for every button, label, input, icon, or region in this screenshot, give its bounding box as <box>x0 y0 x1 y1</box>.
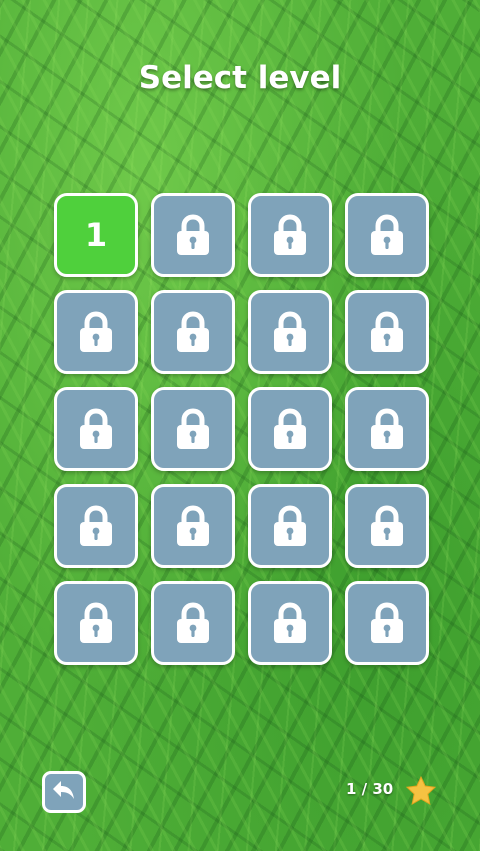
lock-icon <box>364 406 410 452</box>
lock-icon <box>170 212 216 258</box>
lock-icon <box>170 600 216 646</box>
level-grid: 1 <box>54 193 429 665</box>
level-tile-10[interactable] <box>151 387 235 471</box>
lock-icon <box>73 309 119 355</box>
level-tile-3[interactable] <box>248 193 332 277</box>
level-tile-18[interactable] <box>151 581 235 665</box>
lock-icon <box>364 212 410 258</box>
level-tile-5[interactable] <box>54 290 138 374</box>
level-tile-14[interactable] <box>151 484 235 568</box>
level-tile-16[interactable] <box>345 484 429 568</box>
level-tile-6[interactable] <box>151 290 235 374</box>
lock-icon <box>267 503 313 549</box>
page-title: Select level <box>138 60 342 96</box>
level-tile-4[interactable] <box>345 193 429 277</box>
lock-icon <box>267 600 313 646</box>
lock-icon <box>267 406 313 452</box>
lock-icon <box>170 503 216 549</box>
level-tile-12[interactable] <box>345 387 429 471</box>
lock-icon <box>364 600 410 646</box>
level-tile-2[interactable] <box>151 193 235 277</box>
level-tile-17[interactable] <box>54 581 138 665</box>
lock-icon <box>364 309 410 355</box>
lock-icon <box>267 309 313 355</box>
level-tile-11[interactable] <box>248 387 332 471</box>
level-tile-1[interactable]: 1 <box>54 193 138 277</box>
back-button[interactable] <box>42 771 86 813</box>
lock-icon <box>267 212 313 258</box>
lock-icon <box>73 503 119 549</box>
level-progress-counter: 1 / 30 <box>346 780 394 798</box>
level-tile-19[interactable] <box>248 581 332 665</box>
lock-icon <box>170 406 216 452</box>
lock-icon <box>170 309 216 355</box>
level-tile-9[interactable] <box>54 387 138 471</box>
lock-icon <box>73 406 119 452</box>
level-tile-8[interactable] <box>345 290 429 374</box>
lock-icon <box>73 600 119 646</box>
level-tile-7[interactable] <box>248 290 332 374</box>
level-tile-13[interactable] <box>54 484 138 568</box>
star-icon <box>405 775 437 811</box>
back-arrow-icon <box>51 778 77 806</box>
level-tile-15[interactable] <box>248 484 332 568</box>
level-tile-20[interactable] <box>345 581 429 665</box>
lock-icon <box>364 503 410 549</box>
level-number: 1 <box>84 216 108 254</box>
